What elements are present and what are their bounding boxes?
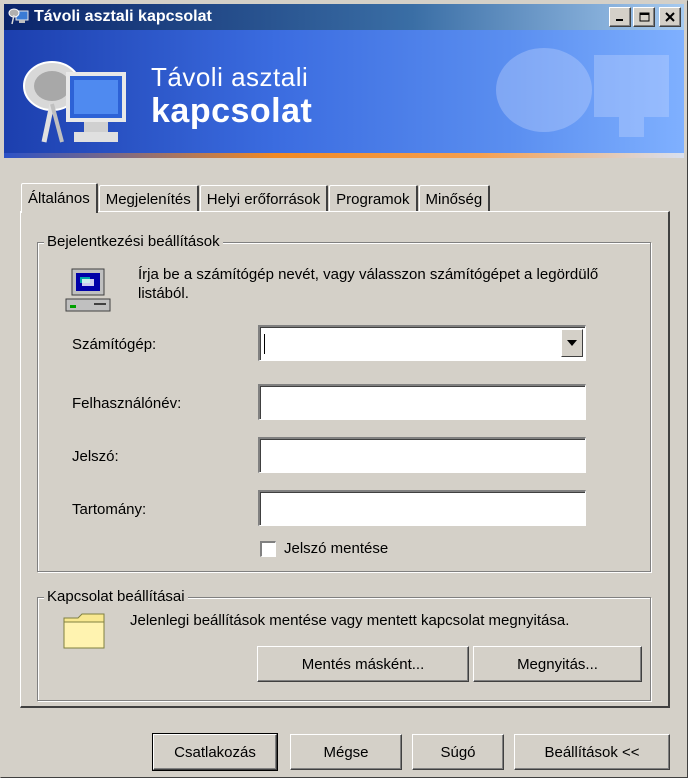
close-icon: [665, 12, 675, 22]
computer-combobox[interactable]: [258, 325, 586, 361]
options-button[interactable]: Beállítások <<: [514, 734, 670, 770]
tab-strip: Általános Megjelenítés Helyi erőforrások…: [21, 182, 491, 213]
connection-settings-group: Kapcsolat beállításai Jelenlegi beállítá…: [37, 588, 651, 701]
save-password-checkbox[interactable]: [260, 541, 276, 557]
satellite-computer-logo: [23, 61, 126, 143]
logon-settings-legend: Bejelentkezési beállítások: [44, 233, 223, 250]
connection-settings-legend: Kapcsolat beállításai: [44, 588, 188, 605]
save-password-label[interactable]: Jelszó mentése: [284, 540, 388, 557]
computer-label-text: Számítógép:: [72, 336, 157, 353]
text-cursor: [264, 334, 265, 354]
tab-display[interactable]: Megjelenítés: [98, 185, 199, 212]
chevron-down-icon: [567, 340, 577, 346]
connect-button[interactable]: Csatlakozás: [152, 733, 278, 771]
logon-description: Írja be a számítógép nevét, vagy válassz…: [138, 266, 599, 302]
domain-input[interactable]: [258, 490, 586, 526]
banner-background-graphic: [496, 48, 669, 137]
close-button[interactable]: [659, 7, 681, 27]
banner-title-line2: kapcsolat: [151, 92, 313, 130]
header-banner: Távoli asztali kapcsolat: [4, 30, 684, 158]
folder-icon: [63, 613, 105, 649]
window-title: Távoli asztali kapcsolat: [34, 8, 212, 25]
logon-settings-group: Bejelentkezési beállítások Írja be a szá…: [37, 233, 651, 572]
computer-dropdown-button[interactable]: [561, 329, 583, 357]
maximize-button[interactable]: [633, 7, 655, 27]
minimize-icon: [616, 19, 623, 21]
tab-experience[interactable]: Minőség: [418, 185, 491, 212]
save-as-button[interactable]: Mentés másként...: [257, 646, 469, 682]
remote-desktop-window: Távoli asztali kapcsolat Távoli asztali: [0, 0, 688, 778]
open-button[interactable]: Megnyitás...: [473, 646, 642, 682]
password-input[interactable]: [258, 437, 586, 473]
tab-general[interactable]: Általános: [21, 183, 98, 213]
banner-accent-line: [4, 153, 684, 158]
remote-desktop-app-icon: [8, 8, 29, 25]
tab-local-resources[interactable]: Helyi erőforrások: [199, 185, 329, 212]
help-button[interactable]: Súgó: [412, 734, 504, 770]
username-label: Felhasználónév:: [72, 395, 182, 412]
password-label: Jelszó:: [72, 448, 119, 465]
general-tab-panel: Bejelentkezési beállítások Írja be a szá…: [20, 211, 670, 708]
title-bar[interactable]: Távoli asztali kapcsolat: [4, 4, 684, 30]
domain-label: Tartomány:: [72, 501, 147, 518]
username-input[interactable]: [258, 384, 586, 420]
banner-title-line1: Távoli asztali: [151, 62, 309, 92]
minimize-button[interactable]: [609, 7, 631, 27]
cancel-button[interactable]: Mégse: [290, 734, 402, 770]
computer-label: Számítógép:: [72, 336, 156, 353]
tab-programs[interactable]: Programok: [329, 185, 418, 212]
maximize-icon: [639, 12, 649, 22]
connection-description: Jelenlegi beállítások mentése vagy mente…: [130, 612, 570, 629]
computer-icon: [65, 268, 111, 312]
